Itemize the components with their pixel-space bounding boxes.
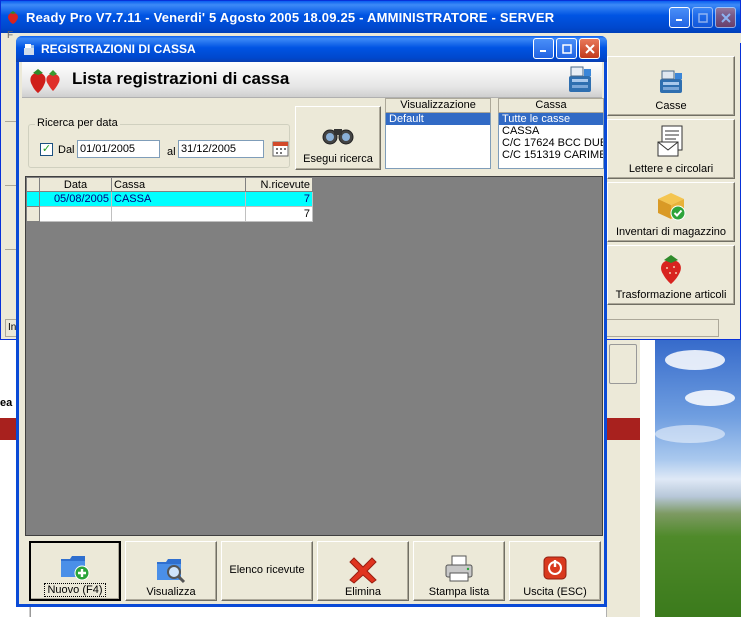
close-icon [720, 12, 731, 23]
bottom-toolbar: Nuovo (F4) Visualizza Elenco ricevute El… [25, 541, 603, 601]
cell-cassa: CASSA [111, 191, 246, 207]
minimize-icon [540, 50, 546, 52]
table-header-row: Data Cassa N.ricevute [26, 177, 313, 192]
from-date-field[interactable]: 01/01/2005 [77, 140, 160, 158]
exit-button[interactable]: Uscita (ESC) [509, 541, 601, 601]
view-list-item[interactable]: Default [386, 113, 490, 125]
minimize-icon [676, 19, 682, 21]
to-label: al [167, 146, 176, 158]
strawberry-icon [661, 255, 681, 284]
side-panel: Casse Lettere e circolari Inventari di m… [607, 56, 735, 313]
dialog-maximize-button[interactable] [556, 38, 577, 59]
filter-area: Ricerca per data ✓ Dal 01/01/2005 al 31/… [22, 98, 604, 176]
cash-register-icon [660, 70, 682, 93]
delete-button[interactable]: Elimina [317, 541, 409, 601]
dialog-heading: Lista registrazioni di cassa [72, 69, 290, 88]
background-text-fragment: ea [0, 397, 13, 409]
view-button[interactable]: Visualizza [125, 541, 217, 601]
dialog-title-bar[interactable]: REGISTRAZIONI DI CASSA [16, 36, 607, 62]
cassa-list-item[interactable]: Tutte le casse [499, 113, 603, 125]
receipts-button[interactable]: Elenco ricevute [221, 541, 313, 601]
total-data [39, 206, 112, 222]
letters-button[interactable]: Lettere e circolari [607, 119, 735, 179]
cassa-list-header: Cassa [498, 98, 604, 113]
print-button[interactable]: Stampa lista [413, 541, 505, 601]
new-button-label: Nuovo (F4) [44, 583, 106, 597]
cell-data: 05/08/2005 [39, 191, 112, 207]
new-folder-icon [61, 556, 90, 581]
transformation-button[interactable]: Trasformazione articoli [607, 245, 735, 305]
row-indicator [26, 191, 40, 207]
delete-button-label: Elimina [344, 586, 382, 598]
total-ricevute: 7 [245, 206, 313, 222]
dialog-header: Lista registrazioni di cassa [22, 62, 602, 98]
date-search-legend: Ricerca per data [35, 117, 120, 129]
maximize-button[interactable] [692, 7, 713, 28]
column-header-data[interactable]: Data [39, 177, 112, 192]
exit-button-label: Uscita (ESC) [523, 586, 587, 598]
delete-x-icon [349, 557, 377, 584]
date-search-group: Ricerca per data ✓ Dal 01/01/2005 al 31/… [28, 117, 290, 168]
background-right-column [606, 340, 640, 617]
casse-button[interactable]: Casse [607, 56, 735, 116]
app-strawberry-icon [8, 11, 18, 24]
registrations-grid[interactable]: Data Cassa N.ricevute 05/08/2005 CASSA 7… [25, 176, 603, 536]
row-indicator-header [26, 177, 40, 192]
total-cassa [111, 206, 246, 222]
background-red-bar-right [606, 418, 640, 440]
cassa-list-item[interactable]: C/C 17624 BCC DUE [499, 137, 603, 149]
receipts-button-label: Elenco ricevute [229, 564, 305, 576]
view-list-header: Visualizzazione [385, 98, 491, 113]
exit-power-icon [543, 556, 567, 580]
background-button [609, 344, 637, 384]
desktop-wallpaper [655, 330, 741, 617]
view-folder-icon [157, 559, 186, 584]
view-button-label: Visualizza [146, 586, 196, 598]
dialog-title: REGISTRAZIONI DI CASSA [41, 42, 196, 56]
main-title-bar[interactable]: Ready Pro V7.7.11 - Venerdi' 5 Agosto 20… [1, 1, 740, 33]
date-filter-checkbox[interactable]: ✓ [40, 143, 53, 156]
letter-icon [657, 125, 683, 157]
row-indicator [26, 206, 40, 222]
strawberries-icon [30, 69, 60, 93]
letters-label: Lettere e circolari [628, 163, 714, 175]
dialog-minimize-button[interactable] [533, 38, 554, 59]
table-total-row: 7 [26, 206, 313, 222]
printer-icon [445, 555, 473, 582]
close-button[interactable] [715, 7, 736, 28]
to-date-field[interactable]: 31/12/2005 [178, 140, 264, 158]
maximize-icon [697, 12, 708, 23]
app-title: Ready Pro V7.7.11 - Venerdi' 5 Agosto 20… [26, 9, 555, 25]
minimize-button[interactable] [669, 7, 690, 28]
binoculars-icon [322, 129, 354, 145]
casse-label: Casse [655, 100, 687, 112]
cassa-list-item[interactable]: C/C 151319 CARIME [499, 149, 603, 161]
table-row[interactable]: 05/08/2005 CASSA 7 [26, 191, 313, 207]
dialog-register-icon [24, 44, 34, 55]
cassa-list-item[interactable]: CASSA [499, 125, 603, 137]
from-label: Dal [58, 144, 75, 156]
menu-fragment[interactable]: F [7, 30, 13, 41]
cassa-list: Cassa Tutte le casse CASSA C/C 17624 BCC… [498, 98, 604, 169]
calendar-icon[interactable] [272, 140, 289, 157]
cell-ricevute: 7 [245, 191, 313, 207]
inventory-box-icon [658, 193, 686, 221]
inventory-label: Inventari di magazzino [615, 226, 727, 238]
search-button[interactable]: Esegui ricerca [295, 106, 381, 170]
cash-register-icon [569, 66, 591, 92]
dialog-close-button[interactable] [579, 38, 600, 59]
print-button-label: Stampa lista [428, 586, 490, 598]
column-header-ricevute[interactable]: N.ricevute [245, 177, 313, 192]
registrations-table: Data Cassa N.ricevute 05/08/2005 CASSA 7… [26, 177, 313, 222]
view-list: Visualizzazione Default [385, 98, 491, 169]
transformation-label: Trasformazione articoli [615, 289, 727, 301]
column-header-cassa[interactable]: Cassa [111, 177, 246, 192]
search-button-label: Esegui ricerca [303, 153, 373, 165]
new-button[interactable]: Nuovo (F4) [29, 541, 121, 601]
close-icon [584, 43, 595, 54]
maximize-icon [561, 43, 572, 54]
inventory-button[interactable]: Inventari di magazzino [607, 182, 735, 242]
registrazioni-dialog: REGISTRAZIONI DI CASSA Lista registrazio… [16, 36, 607, 607]
